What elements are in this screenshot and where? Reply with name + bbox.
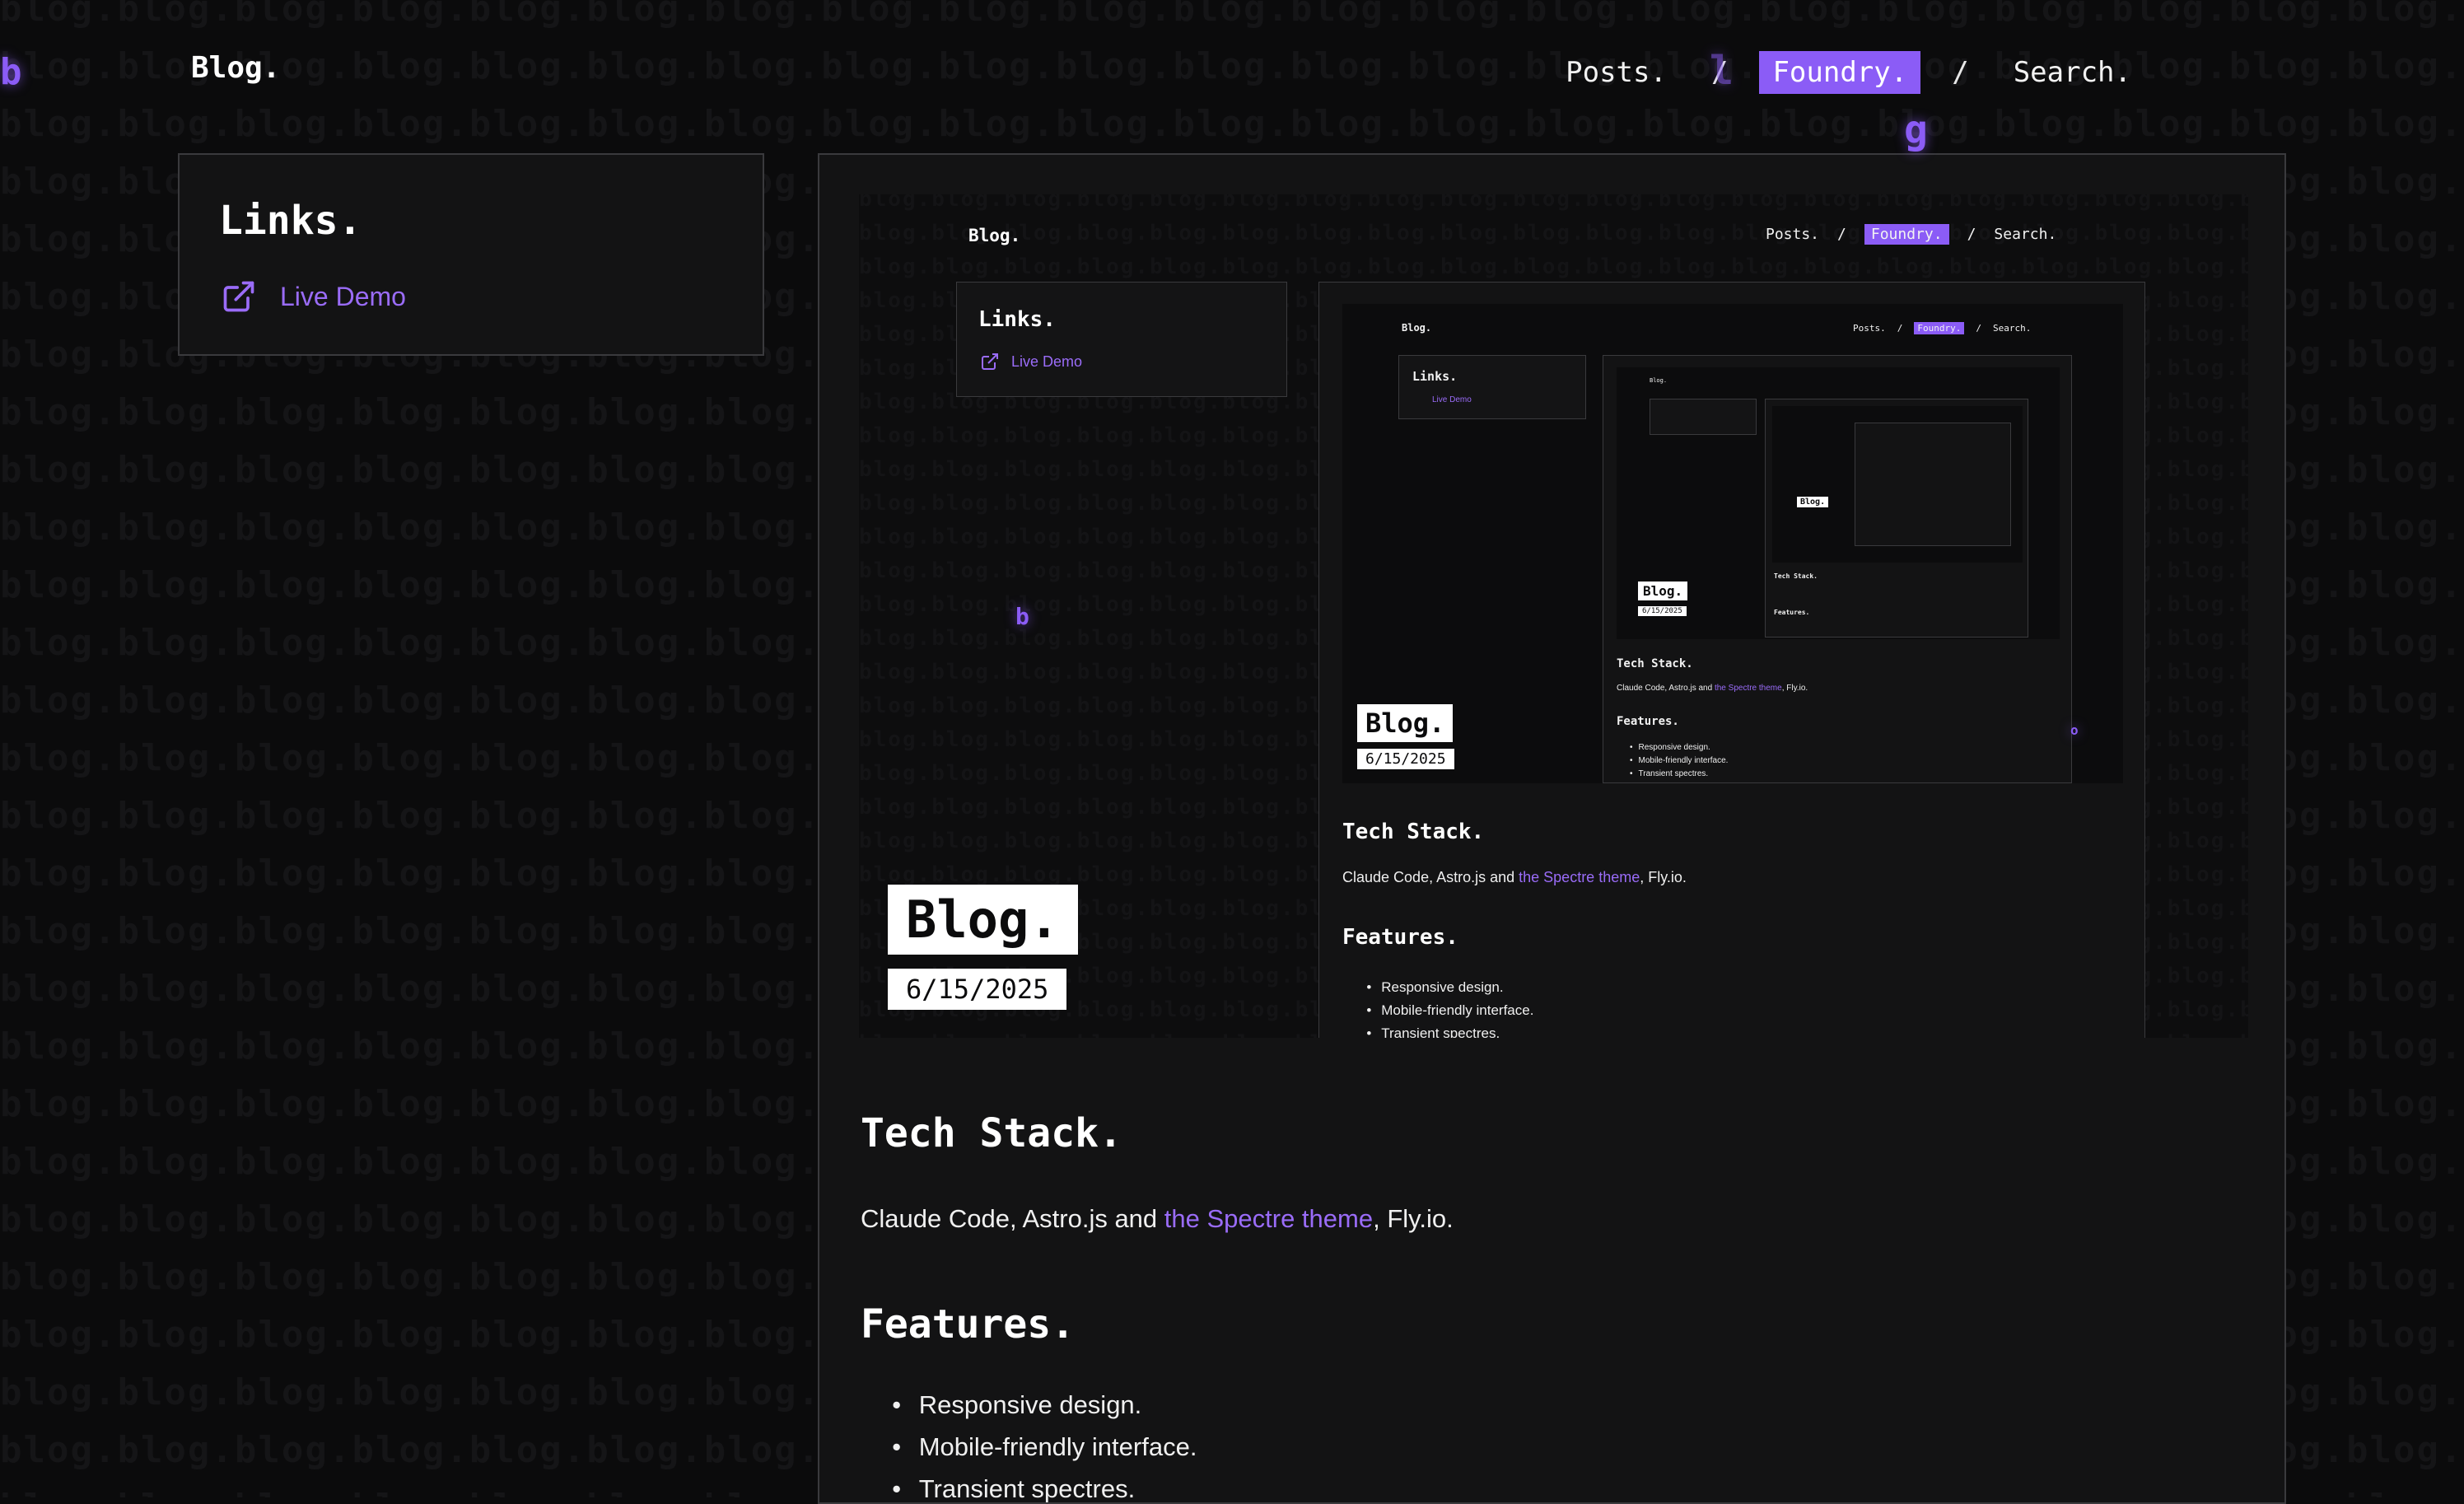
nav-foundry[interactable]: Foundry. — [1759, 51, 1921, 94]
preview-nav-search: Search. — [1994, 226, 2057, 243]
preview-features-list: Responsive design.Mobile-friendly interf… — [1364, 976, 1533, 1038]
external-link-icon — [982, 353, 998, 370]
live-demo-link[interactable]: Live Demo — [221, 278, 406, 315]
background-text-row: blog.blog.blog.blog.blog.blog.blog.blog.… — [859, 194, 2248, 212]
list-item: Responsive design. — [887, 1384, 1197, 1426]
tech-stack-text: Claude Code, Astro.js and the Spectre th… — [861, 1204, 1454, 1233]
nav-separator: / — [1952, 56, 1969, 89]
live-demo-label: Live Demo — [280, 281, 406, 311]
preview-glyph: b — [1015, 603, 1029, 630]
preview-badge-date: 6/15/2025 — [888, 969, 1067, 1010]
preview-nav-foundry: Foundry. — [1864, 224, 1949, 245]
links-card: Links. Live Demo — [178, 153, 764, 356]
preview-nested-image: Blog. Posts. / Foundry. / Search. Links. L… — [1342, 304, 2123, 783]
preview-links-card: Links. Live Demo — [956, 282, 1287, 397]
site-header: Blog. Posts. / Foundry. / Search. — [0, 0, 2464, 148]
preview-features-heading: Features. — [1342, 925, 1458, 950]
preview-tech-heading: Tech Stack. — [1342, 820, 1485, 844]
floating-glyph: l — [1710, 48, 1734, 94]
features-heading: Features. — [861, 1301, 1076, 1348]
floating-glyph: g — [1904, 107, 1928, 153]
floating-glyph: b — [0, 51, 22, 93]
preview-post-card: Blog. Posts. / Foundry. / Search. Links. L… — [1318, 282, 2145, 1038]
preview-badge-title: Blog. — [888, 885, 1078, 955]
preview-image: blog.blog.blog.blog.blog.blog.blog.blog.… — [859, 194, 2248, 1038]
features-list: Responsive design. Mobile-friendly inter… — [887, 1384, 1197, 1502]
site-logo[interactable]: Blog. — [191, 51, 280, 85]
list-item: Transient spectres. — [887, 1468, 1197, 1502]
links-title: Links. — [219, 198, 362, 244]
external-link-icon — [223, 281, 254, 312]
preview-nav-separator: / — [1967, 226, 1976, 243]
preview-links-title: Links. — [978, 307, 1056, 332]
preview-tech-text: Claude Code, Astro.js and the Spectre th… — [1342, 869, 1687, 885]
spectre-theme-link[interactable]: the Spectre theme — [1164, 1204, 1373, 1233]
list-item: Mobile-friendly interface. — [887, 1426, 1197, 1468]
nav-search[interactable]: Search. — [2000, 51, 2144, 94]
preview-nav-posts: Posts. — [1766, 226, 1820, 243]
preview-nav-separator: / — [1837, 226, 1846, 243]
main-nav: Posts. / Foundry. / Search. — [1552, 51, 2144, 94]
preview-live-demo-link: Live Demo — [980, 352, 1082, 371]
preview-nav: Posts. / Foundry. / Search. — [1766, 224, 2056, 245]
tech-stack-heading: Tech Stack. — [861, 1110, 1122, 1156]
preview-logo: Blog. — [968, 226, 1021, 245]
background-text-row: blog.blog.blog.blog.blog.blog.blog.blog.… — [859, 254, 2248, 279]
nav-posts[interactable]: Posts. — [1552, 51, 1680, 94]
post-card: blog.blog.blog.blog.blog.blog.blog.blog.… — [818, 153, 2286, 1504]
